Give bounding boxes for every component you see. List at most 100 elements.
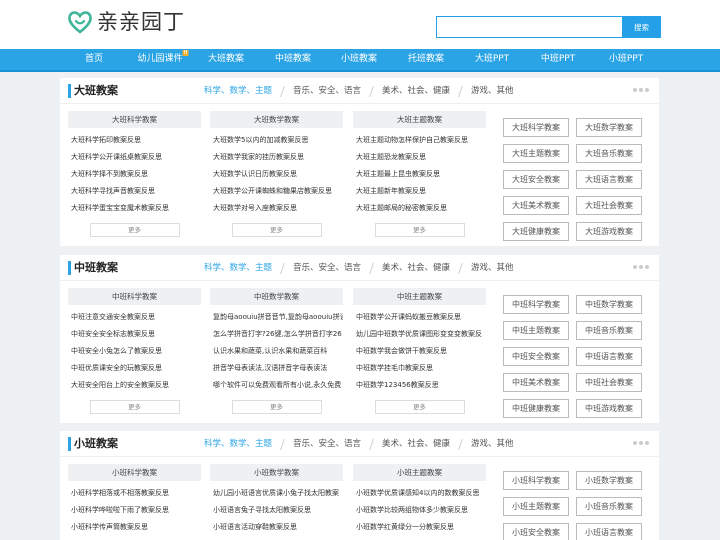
category-tab[interactable]: 美术、社会、健康 (382, 261, 450, 275)
more-button[interactable]: 更多 (231, 400, 322, 414)
lesson-link[interactable]: 大班数学对号入座教案反思 (210, 200, 343, 217)
nav-item[interactable]: 小班教案 (341, 49, 377, 70)
category-tag-button[interactable]: 中班健康教案 (503, 399, 569, 418)
lesson-link[interactable]: 中班安全安全标志教案反思 (68, 326, 201, 343)
lesson-link[interactable]: 大班科学拓印教案反思 (68, 132, 201, 149)
lesson-link[interactable]: 中班数学公开课蚂蚁搬豆教案反思 (353, 309, 486, 326)
category-tag-button[interactable]: 大班社会教案 (576, 196, 642, 215)
more-dots-icon[interactable] (633, 441, 649, 445)
more-button[interactable]: 更多 (374, 223, 465, 237)
lesson-link[interactable]: 大班数学5以内的加减教案反思 (210, 132, 343, 149)
more-button[interactable]: 更多 (89, 400, 180, 414)
lesson-link[interactable]: 小班科学哗啦啦下雨了教案反思 (68, 502, 201, 519)
lesson-link[interactable]: 小班数学比较两组物体多少教案反思 (353, 502, 486, 519)
category-tag-button[interactable]: 小班音乐教案 (576, 497, 642, 516)
category-tag-button[interactable]: 大班美术教案 (503, 196, 569, 215)
lesson-link[interactable]: 拼音学母表读法,汉语拼音字母表读法 (210, 360, 343, 377)
lesson-link[interactable]: 哪个软件可以免费观看所有小说,永久免费 (210, 377, 343, 394)
category-tab[interactable]: 科学、数学、主题 (204, 84, 272, 98)
category-tab[interactable]: 游戏、其他 (471, 261, 514, 275)
lesson-link[interactable]: 小班科学相落或不相落教案反思 (68, 485, 201, 502)
category-tab[interactable]: 美术、社会、健康 (382, 84, 450, 98)
lesson-link[interactable]: 大班主题动物怎样保护自己教案反思 (353, 132, 486, 149)
column-header[interactable]: 小班主题教案 (353, 464, 486, 481)
column-header[interactable]: 中班数学教案 (210, 288, 343, 305)
column-header[interactable]: 小班科学教案 (68, 464, 201, 481)
nav-item[interactable]: 大班教案 (208, 49, 244, 70)
column-header[interactable]: 大班科学教案 (68, 111, 201, 128)
search-input[interactable] (436, 16, 622, 38)
lesson-link[interactable]: 中班数学我会做饼干教案反思 (353, 343, 486, 360)
category-tag-button[interactable]: 小班科学教案 (503, 471, 569, 490)
category-tag-button[interactable]: 大班安全教案 (503, 170, 569, 189)
lesson-link[interactable]: 中班注意交通安全教案反思 (68, 309, 201, 326)
category-tag-button[interactable]: 中班数学教案 (576, 295, 642, 314)
category-tag-button[interactable]: 大班音乐教案 (576, 144, 642, 163)
category-tag-button[interactable]: 中班语言教案 (576, 347, 642, 366)
category-tab[interactable]: 音乐、安全、语言 (293, 437, 361, 451)
category-tag-button[interactable]: 中班科学教案 (503, 295, 569, 314)
column-header[interactable]: 中班主题教案 (353, 288, 486, 305)
lesson-link[interactable]: 大班主题恐龙教案反思 (353, 149, 486, 166)
lesson-link[interactable]: 小班科学传声筒教案反思 (68, 519, 201, 536)
category-tag-button[interactable]: 大班健康教案 (503, 222, 569, 241)
lesson-link[interactable]: 幼儿园小班语言优质课小兔子找太阳教案 (210, 485, 343, 502)
site-logo[interactable]: 亲亲园丁 (67, 9, 185, 35)
category-tag-button[interactable]: 小班主题教案 (503, 497, 569, 516)
lesson-link[interactable]: 大班数学我家的挂历教案反思 (210, 149, 343, 166)
section-title[interactable]: 小班教案 (68, 437, 118, 451)
category-tag-button[interactable]: 大班数学教案 (576, 118, 642, 137)
lesson-link[interactable]: 认识水果和蔬菜,认识水果和蔬菜百科 (210, 343, 343, 360)
lesson-link[interactable]: 大班科学择不到教案反思 (68, 166, 201, 183)
lesson-link[interactable]: 小班语言活动穿鞋教案反思 (210, 519, 343, 536)
category-tag-button[interactable]: 中班美术教案 (503, 373, 569, 392)
category-tab[interactable]: 游戏、其他 (471, 84, 514, 98)
nav-item[interactable]: 首页 (85, 49, 103, 70)
more-button[interactable]: 更多 (231, 223, 322, 237)
lesson-link[interactable]: 大班主题最上昆虫教案反思 (353, 166, 486, 183)
nav-item[interactable]: 幼儿园课件 H (137, 49, 189, 70)
lesson-link[interactable]: 幼儿园中班数学优质课图形变变变教案反 (353, 326, 486, 343)
lesson-link[interactable]: 大班科学公开课纸桌教案反思 (68, 149, 201, 166)
category-tag-button[interactable]: 大班科学教案 (503, 118, 569, 137)
more-dots-icon[interactable] (633, 88, 649, 92)
section-title[interactable]: 大班教案 (68, 84, 118, 98)
category-tag-button[interactable]: 小班安全教案 (503, 523, 569, 540)
category-tab[interactable]: 美术、社会、健康 (382, 437, 450, 451)
lesson-link[interactable]: 中班数学挂毛巾教案反思 (353, 360, 486, 377)
lesson-link[interactable]: 中班优质课安全的玩教案反思 (68, 360, 201, 377)
lesson-link[interactable]: 中班安全小兔怎么了教案反思 (68, 343, 201, 360)
category-tag-button[interactable]: 大班游戏教案 (576, 222, 642, 241)
lesson-link[interactable]: 中班数学123456教案反思 (353, 377, 486, 394)
section-title[interactable]: 中班教案 (68, 261, 118, 275)
lesson-link[interactable]: 大班科学蛋宝宝变魔术教案反思 (68, 200, 201, 217)
category-tag-button[interactable]: 中班音乐教案 (576, 321, 642, 340)
category-tag-button[interactable]: 中班游戏教案 (576, 399, 642, 418)
lesson-link[interactable]: 怎么学拼音打字?26键,怎么学拼音打字26 (210, 326, 343, 343)
lesson-link[interactable]: 小班数学红黄绿分一分教案反思 (353, 519, 486, 536)
nav-item[interactable]: 大班PPT (475, 49, 509, 70)
search-button[interactable]: 搜索 (622, 16, 661, 38)
category-tag-button[interactable]: 大班主题教案 (503, 144, 569, 163)
lesson-link[interactable]: 复韵母aoouiu拼音音节,复韵母aoouiu拼读 (210, 309, 343, 326)
category-tag-button[interactable]: 小班语言教案 (576, 523, 642, 540)
category-tab[interactable]: 科学、数学、主题 (204, 261, 272, 275)
category-tag-button[interactable]: 中班主题教案 (503, 321, 569, 340)
column-header[interactable]: 中班科学教案 (68, 288, 201, 305)
lesson-link[interactable]: 大班主题新年教案反思 (353, 183, 486, 200)
category-tab[interactable]: 科学、数学、主题 (204, 437, 272, 451)
category-tag-button[interactable]: 中班安全教案 (503, 347, 569, 366)
category-tab[interactable]: 音乐、安全、语言 (293, 261, 361, 275)
column-header[interactable]: 大班主题教案 (353, 111, 486, 128)
lesson-link[interactable]: 大班科学寻找声音教案反思 (68, 183, 201, 200)
category-tag-button[interactable]: 小班数学教案 (576, 471, 642, 490)
more-dots-icon[interactable] (633, 265, 649, 269)
lesson-link[interactable]: 大班数学公开课蜘蛛和糖果店教案反思 (210, 183, 343, 200)
lesson-link[interactable]: 大班主题邮局的秘密教案反思 (353, 200, 486, 217)
lesson-link[interactable]: 小班数学优质课感知4以内的数教案反思 (353, 485, 486, 502)
more-button[interactable]: 更多 (374, 400, 465, 414)
more-button[interactable]: 更多 (89, 223, 180, 237)
nav-item[interactable]: 中班教案 (275, 49, 311, 70)
category-tag-button[interactable]: 中班社会教案 (576, 373, 642, 392)
nav-item[interactable]: 小班PPT (609, 49, 643, 70)
